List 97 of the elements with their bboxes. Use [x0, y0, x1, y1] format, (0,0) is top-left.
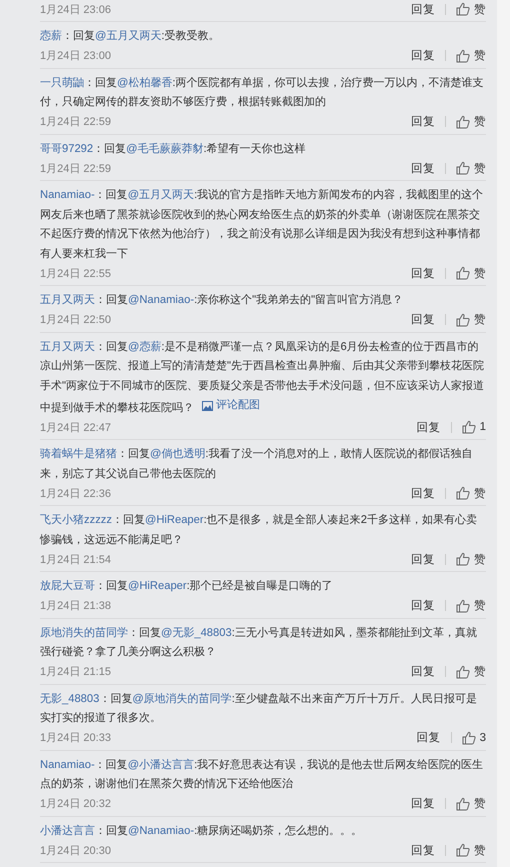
comment-text: 骑着蜗牛是猪猪：回复@倘也透明:我看了没一个消息对的上，敢情人医院说的都假话独自来，别忘了其父说自己带他去医院的 — [40, 446, 474, 482]
mention-link[interactable]: @HiReaper — [144, 514, 204, 526]
mention-link[interactable]: @松柏馨香 — [117, 76, 172, 88]
thumbs-up-icon — [456, 664, 470, 679]
comment-text: 五月又两天：回复@悫薪:是不是稍微严谨一点？凤凰采访的是6月份去检查的位于西昌市的凉山州第一医院、报道上写的清清楚楚"先于西昌检查出鼻肿瘤、后由其父亲带到攀枝花医院手术"两家位于不同城市的医院、要质疑父亲是否带他去手术没问题，但不应该采访人家报道中提到做手术的攀枝花医院吗？ 评论配图 — [40, 340, 485, 418]
like-button[interactable]: 赞 — [456, 552, 486, 567]
user-link[interactable]: 骑着蜗牛是猪猪 — [40, 448, 117, 460]
reply-link[interactable]: 回复 — [411, 2, 435, 16]
thumbs-up-icon — [456, 2, 470, 16]
mention-link[interactable]: @Nanamiao- — [128, 824, 194, 837]
like-button[interactable]: 赞 — [456, 48, 486, 63]
image-icon — [202, 400, 213, 411]
comment-time: 1月24日 21:15 — [40, 665, 112, 680]
comment-text: 悫薪：回复@五月又两天:受教受教。 — [40, 28, 220, 44]
mention-link[interactable]: @原地消失的苗同学 — [132, 692, 232, 705]
reply-link[interactable]: 回复 — [411, 48, 435, 63]
mention-link[interactable]: @HiReaper — [128, 580, 187, 592]
reply-link[interactable]: 回复 — [416, 730, 441, 746]
user-link[interactable]: Nanamiao- — [40, 189, 95, 201]
comment-time: 1月24日 22:36 — [40, 486, 112, 501]
comment-text: 小潘达言言：回复@Nanamiao-:糖尿病还喝奶茶，怎么想的。。。 — [40, 824, 364, 839]
thumbs-up-icon — [456, 266, 470, 280]
reply-link[interactable]: 回复 — [411, 312, 435, 327]
user-link[interactable]: 五月又两天 — [40, 294, 95, 306]
comment-time: 1月24日 20:33 — [40, 731, 112, 746]
reply-link[interactable]: 回复 — [411, 552, 435, 567]
reply-link[interactable]: 回复 — [411, 160, 435, 176]
comment-text: 无影_48803：回复@原地消失的苗同学:至少键盘敲不出来亩产万斤十万斤。人民日报可是实打实的报道了很多次。 — [40, 692, 478, 726]
comment-text: 一只萌鼬：回复@松柏馨香:两个医院都有单据，你可以去搜，治疗费一万以内，不清楚谁支付，只确定网传的群友资助不够医疗费，根据转账截图加的 — [40, 76, 484, 110]
like-button[interactable]: 3 — [462, 730, 486, 745]
like-button[interactable]: 赞 — [456, 598, 486, 614]
comment-text: 放屁大豆哥：回复@HiReaper:那个已经是被自曝是口嗨的了 — [40, 579, 334, 594]
comment-text: 五月又两天：回复@Nanamiao-:亲你称这个"我弟弟去的"留言叫官方消息？ — [40, 292, 404, 308]
comment-text: 原地消失的苗同学：回复@无影_48803:三无小号真是转进如风，墨茶都能扯到文革，真就强行碰瓷？拿了几美分啊这么积极？ — [40, 626, 478, 660]
thumbs-up-icon — [456, 843, 470, 858]
user-link[interactable]: 飞天小猪zzzzz — [40, 514, 112, 526]
thumbs-up-icon — [456, 114, 470, 128]
comment-time: 1月24日 22:59 — [40, 162, 112, 176]
like-button[interactable]: 赞 — [456, 312, 486, 327]
mention-link[interactable]: @Nanamiao- — [128, 294, 194, 306]
comment-time: 1月24日 22:50 — [40, 313, 112, 327]
like-button[interactable]: 1 — [462, 420, 486, 434]
thumbs-up-icon — [462, 730, 476, 745]
like-button[interactable]: 赞 — [456, 796, 486, 812]
thumbs-up-icon — [456, 796, 470, 811]
comment-text: Nanamiao-：回复@五月又两天:我说的官方是指昨天地方新闻发布的内容，我截图里的这个网友后来也晒了黑茶就诊医院收到的热心网友给医生点的奶茶的外卖单（谢谢医院在黑茶交不起医疗费的情况下依然为他治疗），我之前没有说那么详细是因为我没有想到这种事情都有人要来杠我一下 — [40, 188, 484, 262]
thumbs-up-icon — [456, 48, 470, 62]
user-link[interactable]: 悫薪 — [40, 30, 62, 42]
comment-time: 1月24日 20:32 — [40, 797, 112, 812]
reply-link[interactable]: 回复 — [411, 598, 435, 614]
mention-link[interactable]: @五月又两天 — [128, 189, 194, 201]
mention-link[interactable]: @毛毛蕨蕨莽豺 — [126, 142, 204, 154]
mention-link[interactable]: @小潘达言言 — [128, 758, 194, 771]
like-button[interactable]: 赞 — [456, 664, 486, 680]
mention-link[interactable]: @倘也透明 — [150, 448, 206, 460]
reply-link[interactable]: 回复 — [416, 420, 441, 435]
user-link[interactable]: 五月又两天 — [40, 340, 95, 352]
like-button[interactable]: 赞 — [456, 114, 486, 129]
thumbs-up-icon — [456, 161, 470, 175]
image-link[interactable]: 评论配图 — [202, 396, 260, 416]
user-link[interactable]: 小潘达言言 — [40, 824, 95, 837]
comment-time: 1月24日 20:30 — [40, 844, 112, 858]
comment-time: 1月24日 21:38 — [40, 599, 112, 614]
reply-link[interactable]: 回复 — [411, 842, 435, 858]
user-link[interactable]: 哥哥97292 — [40, 142, 94, 154]
user-link[interactable]: 放屁大豆哥 — [40, 580, 95, 592]
like-button[interactable]: 赞 — [456, 160, 486, 176]
reply-link[interactable]: 回复 — [411, 796, 435, 812]
like-button[interactable]: 赞 — [456, 2, 486, 16]
mention-link[interactable]: @无影_48803 — [161, 626, 232, 639]
comment-time: 1月24日 22:59 — [40, 115, 112, 129]
reply-link[interactable]: 回复 — [411, 664, 435, 680]
mention-link[interactable]: @五月又两天 — [95, 30, 162, 42]
thumbs-up-icon — [456, 598, 470, 613]
comment-time: 1月24日 23:06 — [40, 2, 112, 16]
comment-time: 1月24日 23:00 — [40, 49, 112, 63]
comment-time: 1月24日 22:55 — [40, 266, 112, 280]
user-link[interactable]: 一只萌鼬 — [40, 76, 84, 88]
user-link[interactable]: 无影_48803 — [40, 692, 100, 705]
thumbs-up-icon — [462, 420, 476, 434]
comment-time: 1月24日 22:47 — [40, 420, 112, 435]
thumbs-up-icon — [456, 486, 470, 500]
reply-link[interactable]: 回复 — [411, 266, 435, 280]
comment-text: 哥哥97292：回复@毛毛蕨蕨莽豺:希望有一天你也这样 — [40, 142, 307, 156]
user-link[interactable]: Nanamiao- — [40, 758, 95, 771]
mention-link[interactable]: @悫薪 — [128, 340, 162, 352]
like-button[interactable]: 赞 — [456, 486, 486, 501]
reply-link[interactable]: 回复 — [411, 486, 435, 501]
thumbs-up-icon — [456, 312, 470, 326]
thumbs-up-icon — [456, 552, 470, 566]
like-button[interactable]: 赞 — [456, 266, 486, 280]
comment-text: Nanamiao-：回复@小潘达言言:我不好意思表达有误，我说的是他去世后网友给医院的医生点的奶茶，谢谢他们在黑茶欠费的情况下还给他医治 — [40, 758, 484, 792]
comment-text: 飞天小猪zzzzz：回复@HiReaper:也不是很多，就是全部人凑起来2千多这样，如果有心卖惨骗钱，这远远不能满足吧？ — [40, 512, 478, 548]
comment-time: 1月24日 21:54 — [40, 552, 112, 567]
reply-link[interactable]: 回复 — [411, 114, 435, 129]
like-button[interactable]: 赞 — [456, 842, 486, 858]
user-link[interactable]: 原地消失的苗同学 — [40, 626, 128, 639]
